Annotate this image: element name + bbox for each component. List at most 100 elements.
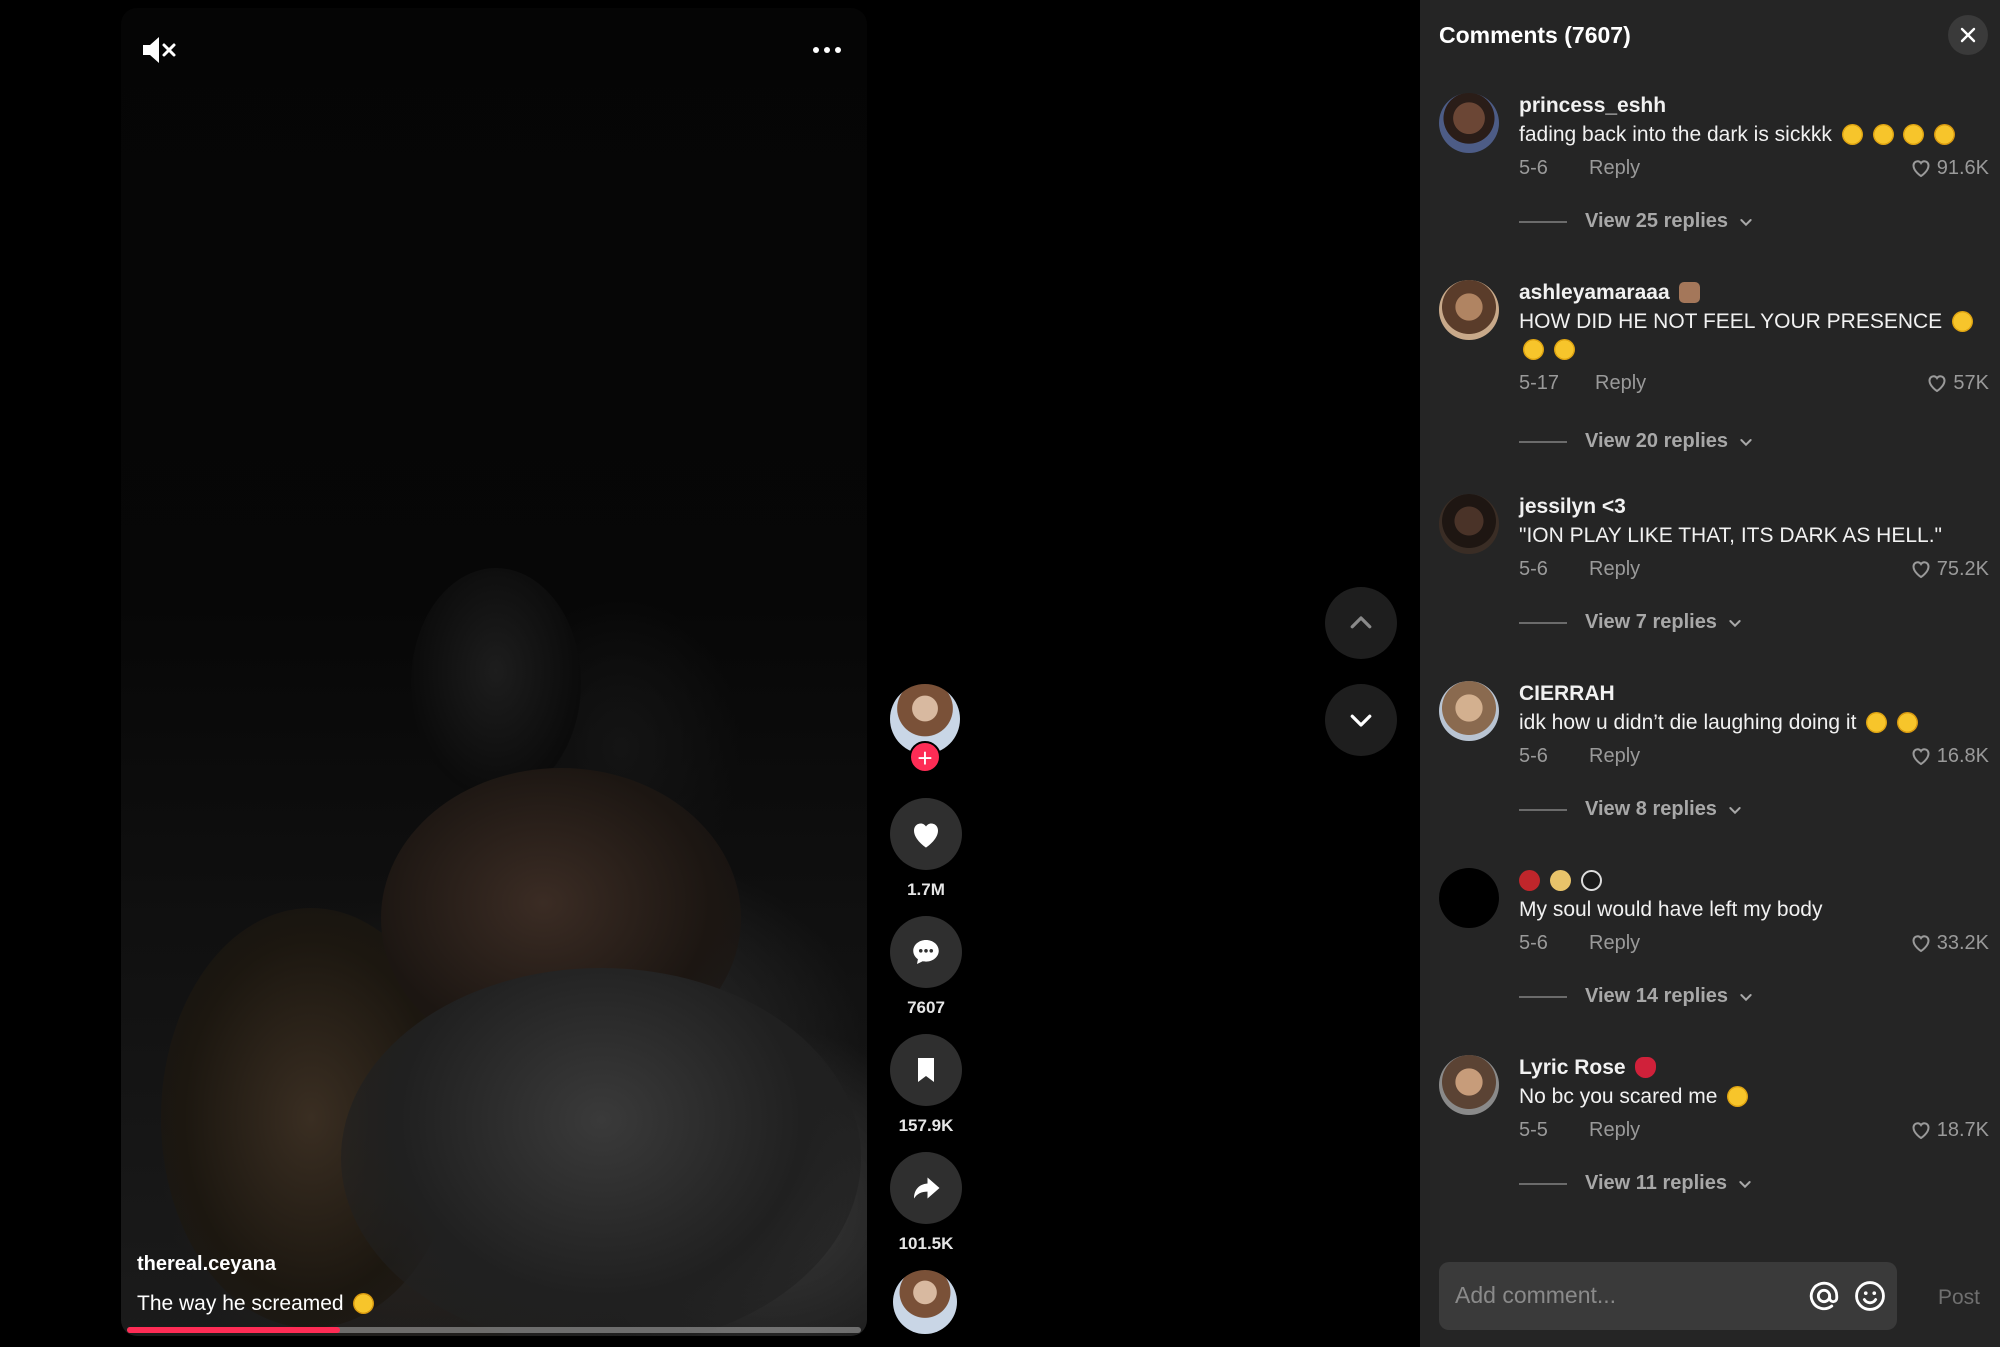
comment-body: My soul would have left my body 5-6 Repl… xyxy=(1519,868,1989,958)
comment-like-button[interactable]: 16.8K xyxy=(1909,741,1989,771)
close-comments-button[interactable] xyxy=(1948,15,1988,55)
comment-text-content: idk how u didn’t die laughing doing it xyxy=(1519,711,1857,734)
comment-username: ashleyamaraaa xyxy=(1519,280,1989,306)
view-replies-label: View 20 replies xyxy=(1585,430,1729,452)
comment-like-count: 16.8K xyxy=(1936,745,1989,767)
view-replies-button[interactable]: View 11 replies xyxy=(1519,1172,1753,1195)
comment-username-text[interactable]: Lyric Rose xyxy=(1519,1056,1626,1079)
chevron-down-icon xyxy=(1350,714,1372,727)
divider-line xyxy=(1519,440,1567,443)
comment-date: 5-6 xyxy=(1519,157,1548,179)
follow-button[interactable]: + xyxy=(909,741,941,773)
share-arrow-icon xyxy=(914,1177,940,1199)
crying-emoji-icon xyxy=(1841,124,1863,145)
comment-like-button[interactable]: 57K xyxy=(1925,368,1989,398)
crying-emoji-icon xyxy=(1952,311,1974,332)
comment-body: ashleyamaraaa HOW DID HE NOT FEEL YOUR P… xyxy=(1519,280,1989,398)
crying-emoji-icon xyxy=(1553,339,1575,360)
sound-disc-avatar[interactable] xyxy=(893,1270,957,1334)
rose-emoji-icon xyxy=(1635,1057,1657,1078)
share-button[interactable] xyxy=(890,1152,962,1224)
heart-outline-icon xyxy=(1912,160,1930,178)
commenter-avatar[interactable] xyxy=(1439,93,1499,153)
heart-outline-icon xyxy=(1912,561,1930,579)
previous-video-button[interactable] xyxy=(1325,587,1397,659)
comment-date: 5-17 xyxy=(1519,372,1560,394)
comment-username[interactable]: CIERRAH xyxy=(1519,681,1989,707)
view-replies-button[interactable]: View 20 replies xyxy=(1519,430,1754,453)
crying-emoji-icon xyxy=(1866,712,1888,733)
view-replies-button[interactable]: View 7 replies xyxy=(1519,611,1743,634)
comment-like-button[interactable]: 75.2K xyxy=(1909,554,1989,584)
reply-button[interactable]: Reply xyxy=(1589,928,1640,958)
comment-meta: 5-6 Reply 75.2K xyxy=(1519,554,1989,584)
comment-username[interactable]: princess_eshh xyxy=(1519,93,1989,119)
commenter-avatar[interactable] xyxy=(1439,868,1499,928)
divider-line xyxy=(1519,995,1567,998)
comment-like-button[interactable]: 18.7K xyxy=(1909,1115,1989,1145)
comment-like-count: 91.6K xyxy=(1936,157,1989,179)
reply-button[interactable]: Reply xyxy=(1589,554,1640,584)
heart-icon xyxy=(914,823,938,848)
commenter-avatar[interactable] xyxy=(1439,681,1499,741)
divider-line xyxy=(1519,808,1567,811)
comment-body: Lyric Rose No bc you scared me 5-5 Reply… xyxy=(1519,1055,1989,1145)
comment-username[interactable] xyxy=(1519,868,1989,894)
add-comment-input[interactable]: Add comment... xyxy=(1439,1262,1897,1330)
comment-bubble-icon xyxy=(913,940,939,964)
video-player[interactable]: thereal.ceyana The way he screamed xyxy=(121,8,867,1336)
comment-text: HOW DID HE NOT FEEL YOUR PRESENCE xyxy=(1519,308,1989,364)
reply-button[interactable]: Reply xyxy=(1595,368,1646,398)
like-button[interactable] xyxy=(890,798,962,870)
comment-username[interactable]: jessilyn <3 xyxy=(1519,494,1989,520)
video-author[interactable]: thereal.ceyana xyxy=(137,1253,276,1276)
hand-emoji-icon xyxy=(1679,282,1701,303)
commenter-avatar[interactable] xyxy=(1439,1055,1499,1115)
emoji-picker-button[interactable] xyxy=(1853,1279,1887,1313)
heart-outline-icon xyxy=(1912,1122,1930,1140)
post-comment-button[interactable]: Post xyxy=(1938,1286,1980,1310)
comment-username-text[interactable]: ashleyamaraaa xyxy=(1519,281,1670,304)
comment-text: My soul would have left my body xyxy=(1519,898,1823,921)
save-button[interactable] xyxy=(890,1034,962,1106)
comment-text-content: HOW DID HE NOT FEEL YOUR PRESENCE xyxy=(1519,310,1943,333)
more-options-button[interactable] xyxy=(807,34,847,66)
comment-text-content: fading back into the dark is sickkk xyxy=(1519,123,1832,146)
comment-button[interactable] xyxy=(890,916,962,988)
chevron-down-icon xyxy=(1740,993,1752,1001)
view-replies-button[interactable]: View 25 replies xyxy=(1519,210,1754,233)
comment-date: 5-6 xyxy=(1519,558,1548,580)
comment-body: jessilyn <3 "ION PLAY LIKE THAT, ITS DAR… xyxy=(1519,494,1989,584)
save-count: 157.9K xyxy=(898,1116,954,1135)
comment-username: Lyric Rose xyxy=(1519,1055,1989,1081)
comment-text: idk how u didn’t die laughing doing it xyxy=(1519,709,1989,737)
commenter-avatar[interactable] xyxy=(1439,494,1499,554)
comment-like-count: 18.7K xyxy=(1936,1119,1989,1141)
reply-button[interactable]: Reply xyxy=(1589,1115,1640,1145)
comment-meta: 5-6 Reply 16.8K xyxy=(1519,741,1989,771)
crying-emoji-icon xyxy=(1727,1086,1749,1107)
video-progress-bar[interactable] xyxy=(127,1327,861,1333)
laughing-emoji-icon xyxy=(1897,712,1919,733)
commenter-avatar[interactable] xyxy=(1439,280,1499,340)
comment-meta: 5-6 Reply 33.2K xyxy=(1519,928,1989,958)
chevron-down-icon xyxy=(1739,1180,1751,1188)
eight-ball-emoji-icon xyxy=(1580,870,1602,891)
comment-like-button[interactable]: 91.6K xyxy=(1909,153,1989,183)
reply-button[interactable]: Reply xyxy=(1589,153,1640,183)
mention-button[interactable] xyxy=(1807,1279,1841,1313)
next-video-button[interactable] xyxy=(1325,684,1397,756)
chevron-down-icon xyxy=(1729,806,1741,814)
comment-like-button[interactable]: 33.2K xyxy=(1909,928,1989,958)
divider-line xyxy=(1519,220,1567,223)
rolling-laughing-emoji-icon xyxy=(1934,124,1956,145)
view-replies-button[interactable]: View 14 replies xyxy=(1519,985,1754,1008)
mute-button[interactable] xyxy=(137,30,177,70)
comment-count: 7607 xyxy=(907,998,945,1017)
crying-emoji-icon xyxy=(1903,124,1925,145)
comment-like-count: 57K xyxy=(1953,372,1989,394)
comment-meta: 5-6 Reply 91.6K xyxy=(1519,153,1989,183)
view-replies-button[interactable]: View 8 replies xyxy=(1519,798,1743,821)
reply-button[interactable]: Reply xyxy=(1589,741,1640,771)
comment-body: CIERRAH idk how u didn’t die laughing do… xyxy=(1519,681,1989,771)
